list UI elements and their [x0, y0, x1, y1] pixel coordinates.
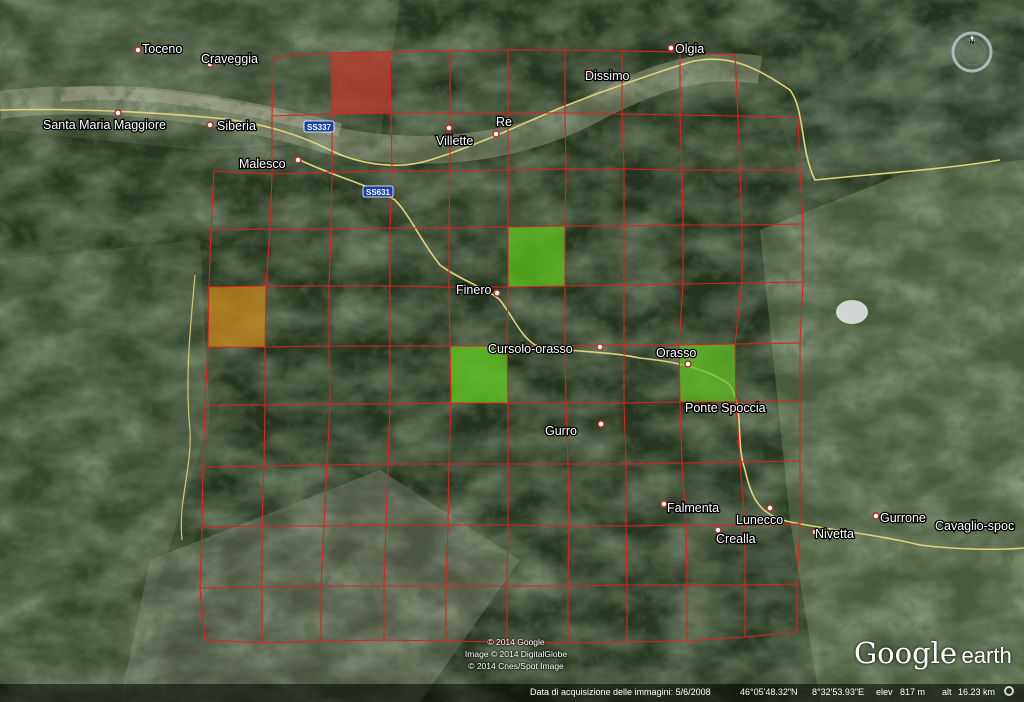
place-label-crealla[interactable]: Crealla [715, 531, 757, 548]
place-label-cavaglio-spoccia[interactable]: Cavaglio-spoc [934, 518, 1016, 535]
compass-north-label: N [969, 39, 974, 46]
status-elev-label: elev [876, 687, 893, 697]
place-label-nivetta[interactable]: Nivetta [814, 526, 856, 543]
grid-cell-red[interactable] [331, 52, 391, 114]
status-elevation: 817 m [900, 687, 926, 697]
logo-google-text: Google [854, 636, 958, 670]
logo-earth-text: earth [961, 643, 1012, 668]
compass-icon[interactable]: N [948, 28, 996, 76]
grid-cell-green-1[interactable] [508, 226, 565, 287]
place-label-craveggia[interactable]: Craveggia [200, 51, 260, 68]
svg-text:SS337: SS337 [307, 123, 332, 132]
imagery-credits: © 2014 Google Image © 2014 DigitalGlobe … [446, 636, 586, 672]
status-alt-label: alt [942, 687, 952, 697]
tour-indicator-icon[interactable] [1004, 686, 1014, 696]
credit-digitalglobe: Image © 2014 DigitalGlobe [464, 649, 568, 659]
road-shield-ss631: SS631 [362, 185, 394, 198]
status-bar: Data di acquisizione delle immagini: 5/6… [0, 684, 1024, 702]
place-label-santa-maria-maggiore[interactable]: Santa Maria Maggiore [42, 117, 168, 134]
place-label-gurro[interactable]: Gurro [544, 423, 579, 440]
place-label-toceno[interactable]: Toceno [141, 41, 184, 58]
place-label-villette[interactable]: Villette [435, 133, 475, 150]
place-label-olgia[interactable]: Olgia [674, 41, 706, 58]
status-latitude: 46°05'48.32"N [740, 687, 798, 697]
place-label-re[interactable]: Re [495, 114, 514, 131]
status-longitude: 8°32'53.93"E [812, 687, 865, 697]
place-label-malesco[interactable]: Malesco [238, 156, 287, 173]
svg-text:SS631: SS631 [366, 188, 391, 197]
credit-google: © 2014 Google [487, 637, 545, 647]
place-label-ponte-spoccia[interactable]: Ponte Spoccia [684, 400, 767, 417]
grid-cell-orange[interactable] [208, 286, 266, 347]
place-label-siberia[interactable]: Siberia [216, 118, 258, 135]
place-label-gurrone[interactable]: Gurrone [879, 510, 928, 527]
grid-overlay: SS337 SS631 Toceno Craveggia Santa Maria… [42, 41, 1016, 644]
google-earth-logo: Google earth [854, 636, 1012, 670]
place-label-lunecco[interactable]: Lunecco [735, 512, 785, 529]
place-label-cursolo-orasso[interactable]: Cursolo-orasso [487, 341, 574, 358]
place-label-finero[interactable]: Finero [455, 282, 493, 299]
credit-cnes: © 2014 Cnes/Spot Image [468, 661, 564, 671]
place-label-orasso[interactable]: Orasso [655, 345, 698, 362]
map-viewport[interactable]: SS337 SS631 Toceno Craveggia Santa Maria… [0, 0, 1024, 702]
status-altitude: 16.23 km [958, 687, 996, 697]
road-shield-ss337: SS337 [303, 120, 335, 133]
place-label-falmenta[interactable]: Falmenta [666, 500, 721, 517]
place-label-dissimo[interactable]: Dissimo [584, 68, 631, 85]
status-acquisition-date: Data di acquisizione delle immagini: 5/6… [530, 687, 711, 697]
